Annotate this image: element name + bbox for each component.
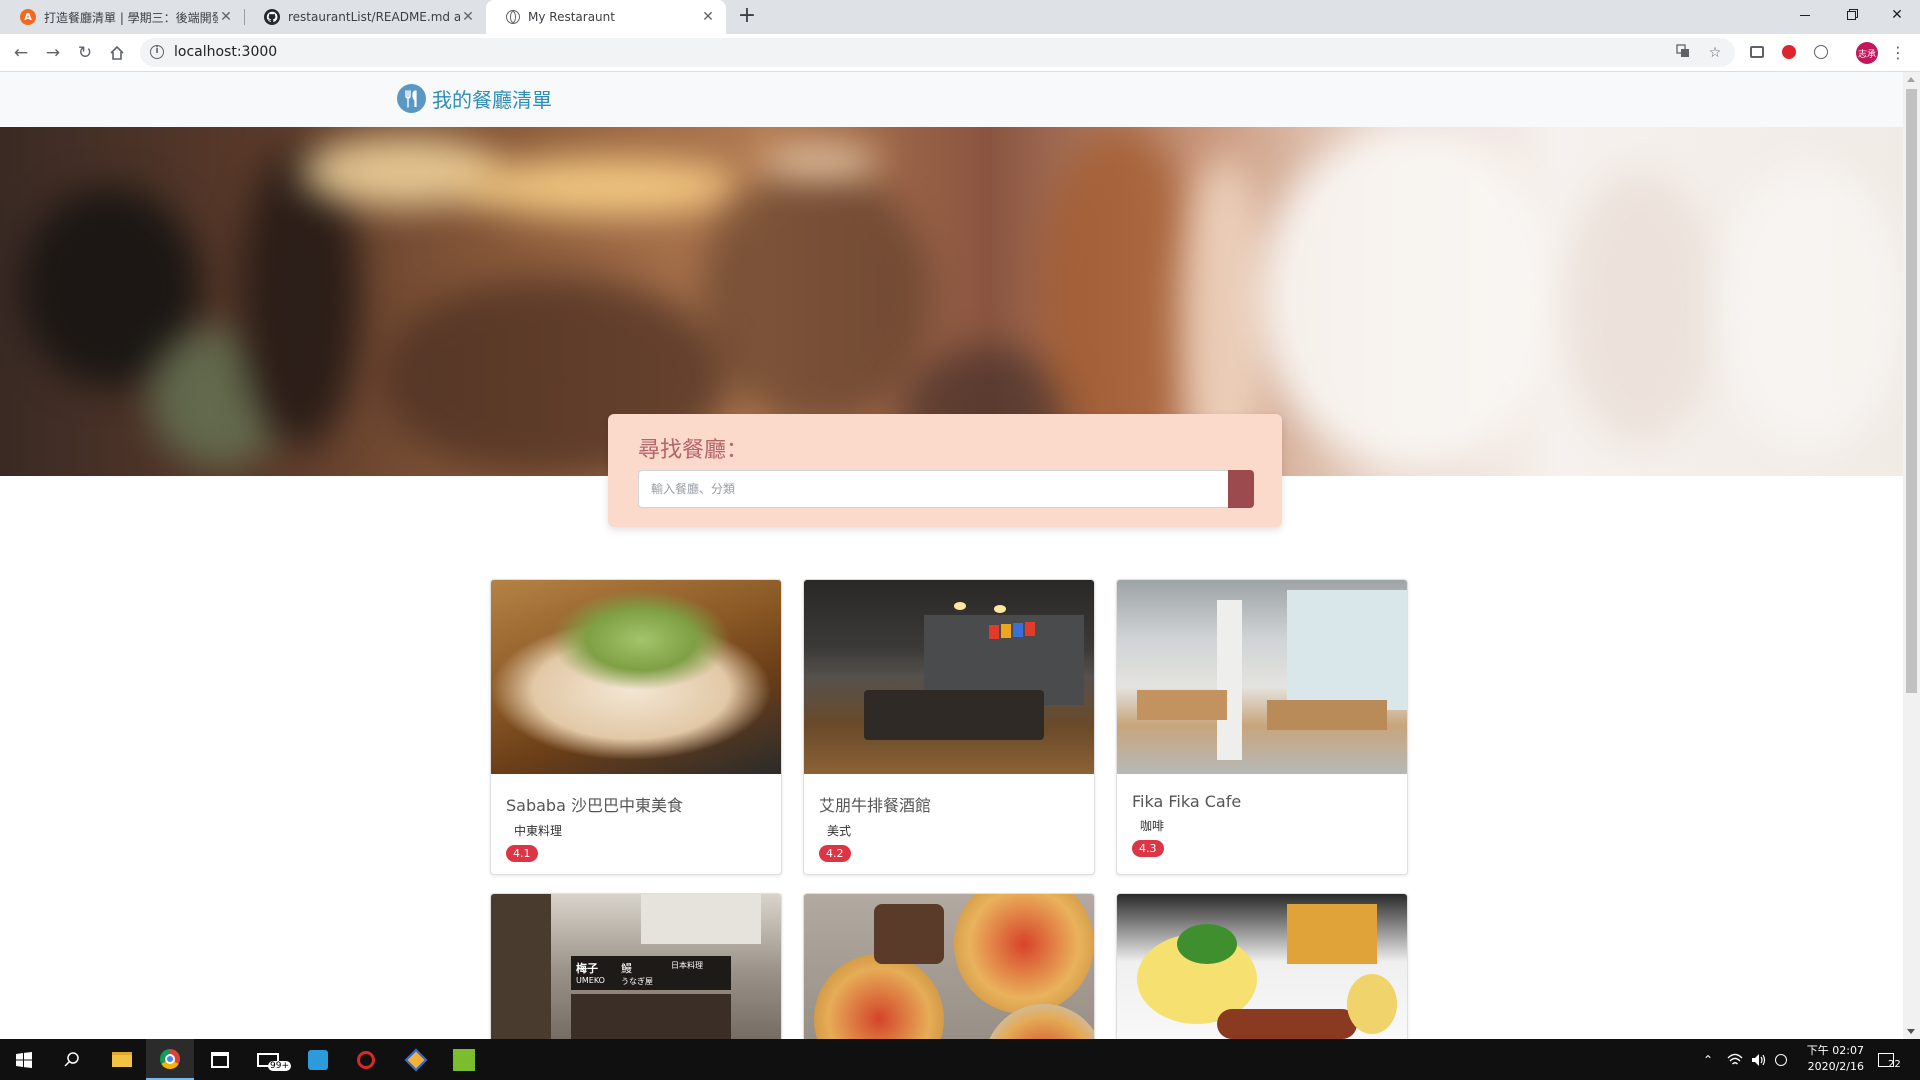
address-bar[interactable]: i localhost:3000 ☆	[140, 38, 1735, 67]
mail-icon[interactable]: 99+	[244, 1039, 292, 1080]
windows-start-icon[interactable]	[0, 1039, 48, 1080]
restaurant-card[interactable]	[803, 893, 1095, 1039]
page-scrollbar[interactable]	[1903, 72, 1920, 1039]
restaurant-photo[interactable]	[804, 894, 1094, 1039]
tab-close-icon[interactable]: ✕	[700, 9, 716, 25]
notification-center-icon[interactable]: 22	[1878, 1039, 1901, 1080]
browser-tab-3[interactable]: My Restaraunt ✕	[486, 0, 726, 34]
garena-icon[interactable]	[342, 1039, 390, 1080]
restaurant-card[interactable]: Fika Fika Cafe 咖啡 4.3	[1116, 579, 1408, 875]
restore-icon[interactable]	[1828, 0, 1874, 30]
rating-badge: 4.2	[819, 845, 851, 862]
tab-title: My Restaraunt	[528, 10, 615, 24]
brand-title: 我的餐廳清單	[432, 88, 552, 112]
sourcetree-icon[interactable]	[392, 1039, 440, 1080]
reload-icon[interactable]: ↻	[73, 41, 97, 65]
browser-tab-2[interactable]: restaurantList/README.md at master ✕	[244, 0, 486, 34]
restaurant-category: 咖啡	[1140, 819, 1165, 833]
back-arrow-icon[interactable]: ←	[9, 41, 33, 65]
restaurant-name: Fika Fika Cafe	[1132, 792, 1242, 811]
extension-adblock-icon[interactable]	[1780, 43, 1798, 61]
store-icon[interactable]	[196, 1039, 244, 1080]
close-window-icon[interactable]: ✕	[1874, 0, 1920, 30]
search-card: 尋找餐廳：	[608, 414, 1282, 527]
brand-link[interactable]: 我的餐廳清單	[397, 84, 552, 113]
shop-sign-text: 鰻	[621, 962, 632, 975]
shop-sign-text: UMEKO	[576, 976, 605, 985]
site-info-icon[interactable]: i	[150, 45, 164, 59]
browser-tabstrip: A 打造餐廳清單 | 學期三：後端開發 ✕ restaurantList/REA…	[0, 0, 1920, 34]
chrome-icon[interactable]	[146, 1039, 194, 1080]
shop-sign-text: うなぎ屋	[621, 977, 653, 986]
tab-title: 打造餐廳清單 | 學期三：後端開發	[44, 10, 218, 25]
network-icon[interactable]	[1727, 1039, 1743, 1080]
restaurant-category: 美式	[827, 824, 852, 838]
tab-title: restaurantList/README.md at master	[288, 10, 460, 24]
shop-sign-text: 日本料理	[671, 961, 703, 970]
restaurant-photo[interactable]: 梅子 鰻 日本料理 UMEKO うなぎ屋	[491, 894, 781, 1039]
vscode-icon[interactable]	[294, 1039, 342, 1080]
scroll-down-icon[interactable]	[1907, 1029, 1915, 1034]
browser-toolbar: ← → ↻ i localhost:3000 ☆ 志承 ⋮	[0, 34, 1920, 72]
search-label: 尋找餐廳：	[638, 438, 749, 463]
rating-badge: 4.3	[1132, 840, 1164, 857]
restaurant-card[interactable]	[1116, 893, 1408, 1039]
file-explorer-icon[interactable]	[98, 1039, 146, 1080]
mail-badge: 99+	[268, 1061, 291, 1071]
restaurant-photo[interactable]	[804, 580, 1094, 774]
shop-sign-text: 梅子	[576, 962, 598, 975]
taskbar-clock[interactable]: 下午 02:07 2020/2/16	[1792, 1043, 1864, 1075]
url-text[interactable]: localhost:3000	[174, 44, 277, 60]
input-method-icon[interactable]	[1775, 1039, 1787, 1080]
clock-date: 2020/2/16	[1807, 1060, 1864, 1073]
browser-tab-1[interactable]: A 打造餐廳清單 | 學期三：後端開發 ✕	[0, 0, 244, 34]
restaurant-name: Sababa 沙巴巴中東美食	[506, 796, 683, 815]
clock-time: 下午 02:07	[1806, 1044, 1864, 1057]
restaurant-card[interactable]: 梅子 鰻 日本料理 UMEKO うなぎ屋	[490, 893, 782, 1039]
restaurant-photo[interactable]	[1117, 580, 1407, 774]
new-tab-button[interactable]: +	[735, 5, 759, 29]
forward-arrow-icon[interactable]: →	[41, 41, 65, 65]
rating-badge: 4.1	[506, 845, 538, 862]
windows-taskbar: 99+ ⌃ 下午 02:07 2020/2/16 22	[0, 1039, 1920, 1080]
ime-app-icon[interactable]	[440, 1039, 488, 1080]
scrollbar-thumb[interactable]	[1906, 89, 1917, 693]
tab-close-icon[interactable]: ✕	[460, 9, 476, 25]
restaurant-name: 艾朋牛排餐酒館	[819, 796, 932, 815]
alphacamp-favicon-icon: A	[20, 9, 36, 25]
home-icon[interactable]	[105, 41, 129, 65]
notification-count: 22	[1888, 1059, 1901, 1070]
scroll-up-icon[interactable]	[1907, 77, 1915, 82]
restaurant-card[interactable]: 艾朋牛排餐酒館 美式 4.2	[803, 579, 1095, 875]
bookmark-star-icon[interactable]: ☆	[1706, 44, 1724, 62]
translate-icon[interactable]	[1674, 44, 1692, 62]
restaurant-category: 中東料理	[514, 824, 563, 838]
tab-close-icon[interactable]: ✕	[218, 9, 234, 25]
site-navbar: 我的餐廳清單	[0, 72, 1903, 127]
restaurant-photo[interactable]	[1117, 894, 1407, 1039]
utensils-icon	[397, 84, 426, 113]
search-input[interactable]	[638, 470, 1228, 508]
extension-screenshot-icon[interactable]	[1748, 43, 1766, 61]
show-hidden-icons-icon[interactable]: ⌃	[1703, 1039, 1713, 1080]
restaurant-card[interactable]: Sababa 沙巴巴中東美食 中東料理 4.1	[490, 579, 782, 875]
profile-avatar[interactable]: 志承	[1856, 42, 1878, 64]
browser-menu-icon[interactable]: ⋮	[1890, 43, 1906, 63]
page-viewport: 我的餐廳清單 尋找餐廳： Sababa 沙巴巴中東美食 中東料理 4.1	[0, 72, 1903, 1039]
search-button[interactable]	[1228, 470, 1254, 508]
github-favicon-icon	[264, 9, 280, 25]
globe-favicon-icon	[506, 10, 520, 24]
minimize-icon[interactable]	[1782, 0, 1828, 30]
volume-icon[interactable]	[1751, 1039, 1767, 1080]
search-icon[interactable]	[48, 1039, 96, 1080]
restaurant-photo[interactable]	[491, 580, 781, 774]
extension-info-icon[interactable]	[1812, 43, 1830, 61]
